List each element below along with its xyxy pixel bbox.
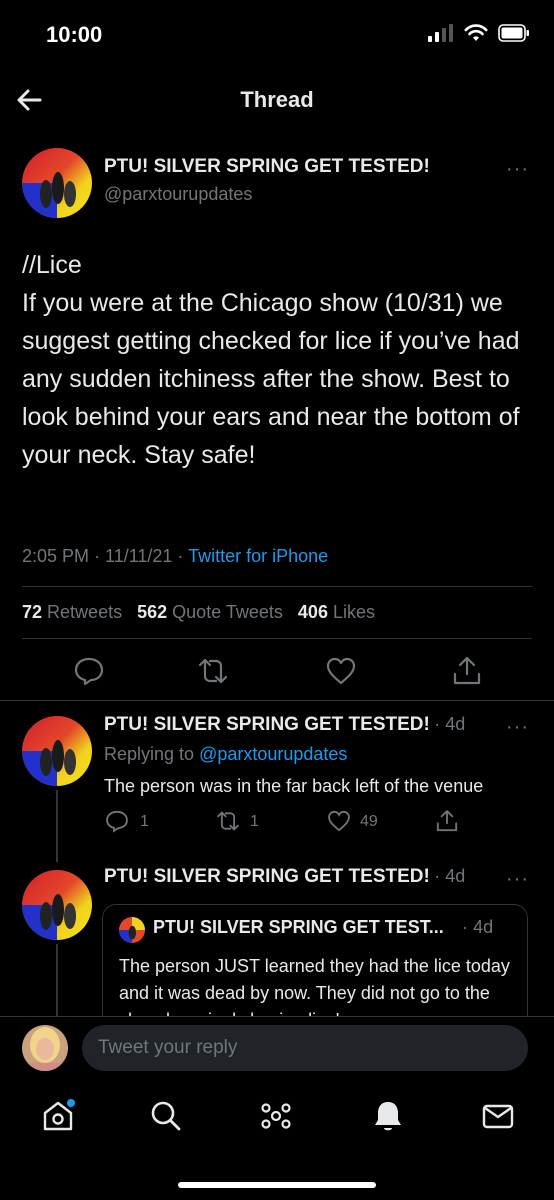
reply-header: PTU! SILVER SPRING GET TESTED! · 4d — [104, 866, 465, 888]
reply-count: 1 — [140, 813, 149, 830]
cellular-signal-icon — [428, 24, 453, 42]
reply-input[interactable]: Tweet your reply — [82, 1025, 528, 1071]
like-icon[interactable] — [324, 654, 358, 688]
share-icon[interactable] — [450, 654, 484, 688]
retweet-count: 1 — [250, 813, 259, 830]
source-link[interactable]: Twitter for iPhone — [188, 546, 328, 566]
tweet-timestamp: 2:05 PM · 11/11/21 · Twitter for iPhone — [22, 546, 329, 566]
divider — [22, 638, 532, 639]
divider — [0, 700, 554, 701]
author-name[interactable]: PTU! SILVER SPRING GET TESTED! — [104, 866, 430, 887]
user-avatar[interactable] — [22, 1025, 68, 1071]
reply-icon[interactable] — [104, 808, 130, 834]
spaces-icon[interactable] — [258, 1098, 294, 1134]
divider — [22, 586, 532, 587]
reply-actions: 1 1 49 — [104, 808, 524, 838]
avatar[interactable] — [22, 716, 92, 786]
search-icon[interactable] — [148, 1098, 184, 1134]
quoted-age: · 4d — [462, 917, 494, 937]
avatar[interactable] — [22, 148, 92, 218]
reply-age: · 4d — [434, 714, 466, 734]
reply-input-placeholder: Tweet your reply — [98, 1037, 238, 1058]
home-indicator — [178, 1182, 376, 1188]
page-title: Thread — [240, 87, 314, 112]
like-icon[interactable] — [326, 808, 352, 834]
replying-to: Replying to @parxtourupdates — [104, 744, 348, 764]
reply-icon[interactable] — [72, 654, 106, 688]
quoted-author-name: PTU! SILVER SPRING GET TEST... — [153, 917, 444, 937]
tweet-actions — [0, 654, 554, 690]
home-icon[interactable] — [40, 1098, 76, 1134]
status-bar: 10:00 — [0, 0, 554, 70]
notifications-icon[interactable] — [370, 1098, 406, 1134]
reply-composer: Tweet your reply — [0, 1016, 554, 1079]
replying-handle-link[interactable]: @parxtourupdates — [199, 744, 347, 764]
author-name[interactable]: PTU! SILVER SPRING GET TESTED! — [104, 156, 430, 178]
reply-text: The person was in the far back left of t… — [104, 776, 484, 796]
reply-header: PTU! SILVER SPRING GET TESTED! · 4d — [104, 714, 465, 736]
like-count: 49 — [360, 813, 378, 830]
avatar — [119, 917, 145, 943]
avatar[interactable] — [22, 870, 92, 940]
likes-stat[interactable]: 406 Likes — [298, 602, 375, 622]
tweet-stats: 72 Retweets 562 Quote Tweets 406 Likes — [22, 602, 375, 623]
thread-line — [56, 790, 58, 862]
more-options-icon[interactable]: ··· — [506, 158, 529, 181]
thread-line — [56, 944, 58, 1024]
nav-bar: Thread — [0, 70, 554, 130]
author-handle[interactable]: @parxtourupdates — [104, 184, 252, 205]
retweet-icon[interactable] — [214, 808, 242, 834]
retweet-icon[interactable] — [196, 654, 230, 688]
messages-icon[interactable] — [480, 1098, 516, 1134]
status-time: 10:00 — [46, 22, 103, 47]
reply-age: · 4d — [434, 866, 466, 886]
more-options-icon[interactable]: ··· — [506, 716, 529, 739]
retweets-stat[interactable]: 72 Retweets — [22, 602, 122, 622]
author-name[interactable]: PTU! SILVER SPRING GET TESTED! — [104, 714, 430, 735]
more-options-icon[interactable]: ··· — [506, 868, 529, 891]
quotes-stat[interactable]: 562 Quote Tweets — [137, 602, 283, 622]
share-icon[interactable] — [434, 808, 460, 834]
tweet-text: //Lice If you were at the Chicago show (… — [22, 251, 520, 469]
battery-icon — [498, 24, 529, 42]
wifi-icon — [464, 24, 488, 41]
